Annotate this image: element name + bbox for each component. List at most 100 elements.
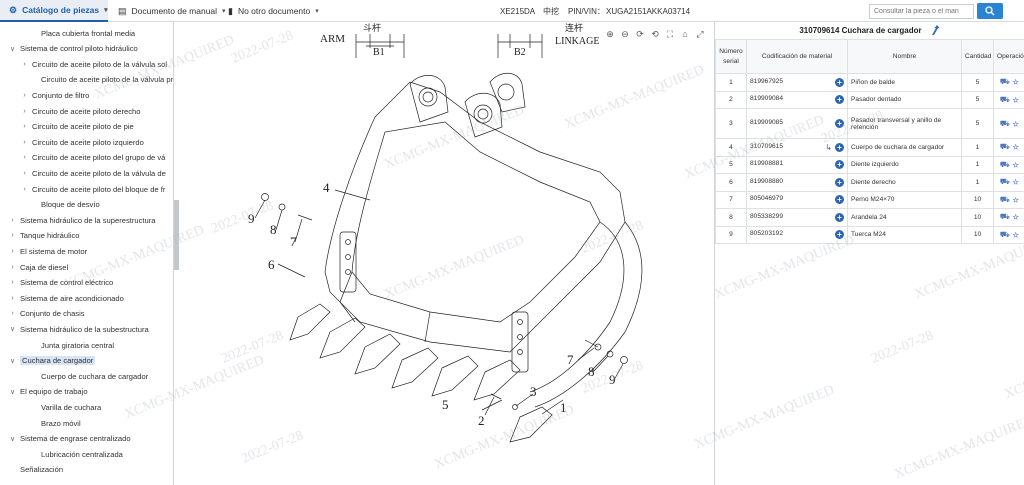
chevron-right-icon[interactable]: › — [8, 295, 17, 302]
tab-manual-document[interactable]: ▤ Documento de manual ▾ — [118, 0, 226, 22]
cart-icon[interactable]: ⛟ — [1000, 160, 1010, 169]
table-row[interactable]: 4 310709615 + ↳ Cuerpo de cuchara de cargado… — [715, 138, 1024, 157]
favorite-star-icon[interactable]: ☆ — [1010, 77, 1019, 86]
table-row[interactable]: 6 819908880 + Diente derecho 1 ⛟ ☆ — [715, 173, 1024, 192]
search-input[interactable] — [869, 4, 974, 19]
table-row[interactable]: 5 819908881 + Diente izquierdo 1 ⛟ ☆ — [715, 155, 1024, 174]
cart-icon[interactable]: ⛟ — [1000, 142, 1010, 151]
add-icon[interactable]: + — [835, 230, 844, 240]
chevron-right-icon[interactable]: › — [20, 186, 29, 193]
tab-parts-catalog[interactable]: ⚙ Catálogo de piezas ▾ — [0, 0, 108, 22]
tree-item[interactable]: Lubricación centralizada — [0, 447, 173, 461]
chevron-down-icon[interactable]: ∨ — [8, 388, 17, 396]
chevron-down-icon[interactable]: ∨ — [8, 45, 17, 53]
cart-icon[interactable]: ⛟ — [1000, 230, 1010, 239]
tree-item[interactable]: Varilla de cuchara — [0, 400, 173, 414]
cart-icon[interactable]: ⛟ — [1000, 77, 1010, 86]
tree-item[interactable]: Junta giratoria central — [0, 338, 173, 352]
rotate-icon[interactable]: ⟳ — [634, 28, 646, 40]
chevron-right-icon[interactable]: › — [8, 310, 17, 317]
cart-icon[interactable]: ⛟ — [1000, 177, 1010, 186]
favorite-star-icon[interactable]: ☆ — [1010, 119, 1019, 128]
tree-item[interactable]: › Sistema hidráulico de la superestructur… — [0, 213, 173, 227]
favorite-star-icon[interactable]: ☆ — [1010, 95, 1019, 104]
fullscreen-icon[interactable]: ⤢ — [694, 28, 706, 40]
tree-item[interactable]: Circuito de aceite piloto de la válvula … — [0, 73, 173, 87]
tree-item[interactable]: › Circuito de aceite piloto de pie — [0, 120, 173, 134]
tab-other-document[interactable]: ▮ No otro documento ▾ — [228, 0, 319, 22]
reset-icon[interactable]: ⌂ — [679, 28, 691, 40]
add-icon[interactable]: + — [835, 160, 844, 170]
favorite-star-icon[interactable]: ☆ — [1010, 212, 1019, 221]
chevron-right-icon[interactable]: › — [8, 248, 17, 255]
table-row[interactable]: 2 819909084 + Pasador dentado 5 ⛟ ☆ — [715, 90, 1024, 109]
sub-assembly-link-icon[interactable]: ↳ — [825, 143, 832, 152]
tree-item[interactable]: ∨ Sistema de control piloto hidráulico — [0, 42, 173, 56]
add-icon[interactable]: + — [835, 195, 844, 205]
chevron-right-icon[interactable]: › — [20, 139, 29, 146]
rotate-left-icon[interactable]: ⟲ — [649, 28, 661, 40]
favorite-star-icon[interactable]: ☆ — [1010, 177, 1019, 186]
tree-item[interactable]: › Conjunto de chasis — [0, 307, 173, 321]
tree-item[interactable]: Cuerpo de cuchara de cargador — [0, 369, 173, 383]
chevron-right-icon[interactable]: › — [20, 61, 29, 68]
tree-item[interactable]: Bloque de desvío — [0, 198, 173, 212]
table-row[interactable]: 7 805046979 + Perno M24×70 10 ⛟ ☆ — [715, 190, 1024, 209]
chevron-right-icon[interactable]: › — [20, 170, 29, 177]
favorite-star-icon[interactable]: ☆ — [1010, 195, 1019, 204]
chevron-right-icon[interactable]: › — [8, 279, 17, 286]
cart-icon[interactable]: ⛟ — [1000, 195, 1010, 204]
cart-icon[interactable]: ⛟ — [1000, 95, 1010, 104]
favorite-star-icon[interactable]: ☆ — [1010, 142, 1019, 151]
tree-item[interactable]: › Circuito de aceite piloto de la válvula… — [0, 57, 173, 71]
add-icon[interactable]: + — [835, 95, 844, 105]
cart-icon[interactable]: ⛟ — [1000, 212, 1010, 221]
tree-item[interactable]: › Circuito de aceite piloto de la válvula… — [0, 166, 173, 180]
add-icon[interactable]: + — [835, 142, 844, 152]
table-row[interactable]: 3 819909085 + Pasador transversal y anillo … — [715, 108, 1024, 139]
tree-item[interactable]: › Tanque hidráulico — [0, 229, 173, 243]
tree-item[interactable]: ∨ Sistema de engrase centralizado — [0, 432, 173, 446]
table-row[interactable]: 9 805203192 + Tuerca M24 10 ⛟ ☆ — [715, 225, 1024, 244]
tree-item[interactable]: › Conjunto de filtro — [0, 88, 173, 102]
tree-item[interactable]: Señalización — [0, 463, 173, 477]
table-row[interactable]: 1 819967925 + Piñon de balde 5 ⛟ ☆ — [715, 73, 1024, 92]
search-button[interactable] — [977, 3, 1003, 19]
add-icon[interactable]: + — [835, 177, 844, 187]
add-icon[interactable]: + — [835, 212, 844, 222]
chevron-right-icon[interactable]: › — [8, 232, 17, 239]
chevron-right-icon[interactable]: › — [20, 123, 29, 130]
add-icon[interactable]: + — [835, 119, 844, 128]
chevron-right-icon[interactable]: › — [8, 217, 17, 224]
chevron-right-icon[interactable]: › — [20, 92, 29, 99]
chevron-down-icon[interactable]: ∨ — [8, 357, 17, 365]
chevron-right-icon[interactable]: › — [20, 154, 29, 161]
zoom-in-icon[interactable]: ⊕ — [604, 28, 616, 40]
sidebar-resize-handle[interactable] — [174, 200, 179, 270]
tree-item[interactable]: Brazo móvil — [0, 416, 173, 430]
chevron-down-icon[interactable]: ∨ — [8, 435, 17, 443]
cart-icon[interactable]: ⛟ — [1000, 119, 1010, 128]
tree-item[interactable]: › Sistema de aire acondicionado — [0, 291, 173, 305]
chevron-down-icon[interactable]: ∨ — [8, 325, 17, 333]
add-icon[interactable]: + — [835, 77, 844, 87]
tree-item[interactable]: Placa cubierta frontal media — [0, 26, 173, 40]
tree-item[interactable]: ∨ El equipo de trabajo — [0, 385, 173, 399]
tree-item[interactable]: › Caja de diesel — [0, 260, 173, 274]
table-row[interactable]: 8 805338299 + Arandela 24 10 ⛟ ☆ — [715, 208, 1024, 227]
tree-item[interactable]: › Circuito de aceite piloto del bloque de… — [0, 182, 173, 196]
tree-item[interactable]: › Circuito de aceite piloto izquierdo — [0, 135, 173, 149]
chevron-right-icon[interactable]: › — [8, 264, 17, 271]
tree-item[interactable]: › Circuito de aceite piloto derecho — [0, 104, 173, 118]
locate-arrow-icon[interactable] — [930, 25, 941, 36]
tree-item[interactable]: ∨ Sistema hidráulico de la subestructura — [0, 322, 173, 336]
zoom-out-icon[interactable]: ⊖ — [619, 28, 631, 40]
tree-item[interactable]: › Sistema de control eléctrico — [0, 276, 173, 290]
favorite-star-icon[interactable]: ☆ — [1010, 230, 1019, 239]
tree-item[interactable]: › El sistema de motor — [0, 244, 173, 258]
fit-screen-icon[interactable]: ⛶ — [664, 28, 676, 40]
chevron-right-icon[interactable]: › — [20, 108, 29, 115]
tree-item[interactable]: ∨ Cuchara de cargador — [0, 354, 173, 368]
favorite-star-icon[interactable]: ☆ — [1010, 160, 1019, 169]
tree-item[interactable]: › Circuito de aceite piloto del grupo de … — [0, 151, 173, 165]
